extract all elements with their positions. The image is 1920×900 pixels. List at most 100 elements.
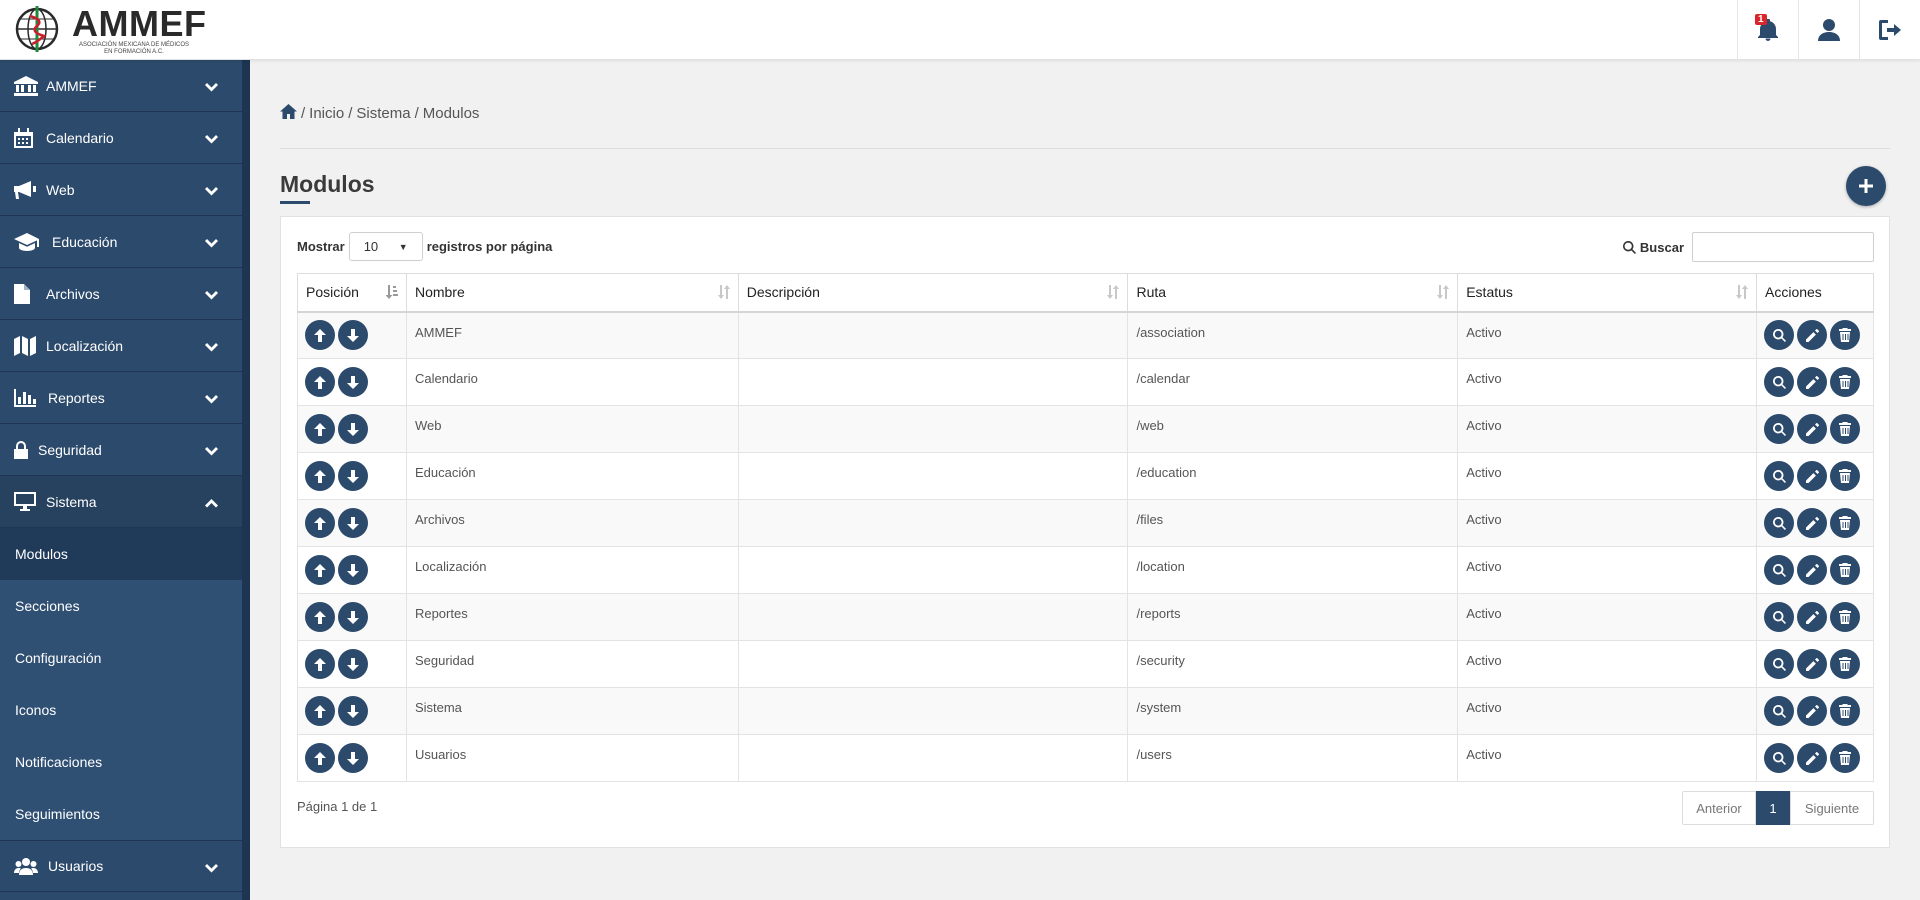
- delete-button[interactable]: [1830, 367, 1860, 397]
- delete-button[interactable]: [1830, 555, 1860, 585]
- sidebar-item-seguridad[interactable]: Seguridad: [0, 424, 242, 476]
- move-down-button[interactable]: [338, 320, 368, 351]
- add-module-button[interactable]: [1846, 166, 1886, 206]
- sidebar-item-reportes[interactable]: Reportes: [0, 372, 242, 424]
- move-down-button[interactable]: [338, 555, 368, 585]
- move-up-button[interactable]: [305, 320, 335, 351]
- view-button[interactable]: [1764, 649, 1794, 679]
- delete-button[interactable]: [1830, 602, 1860, 632]
- edit-button[interactable]: [1797, 743, 1827, 773]
- delete-button[interactable]: [1830, 649, 1860, 679]
- chevron-down-icon: [205, 183, 218, 199]
- sidebar-subitem-modulos[interactable]: Modulos: [0, 528, 242, 580]
- view-button[interactable]: [1764, 743, 1794, 773]
- sidebar-subitem-configuracion[interactable]: Configuración: [0, 632, 242, 684]
- home-icon[interactable]: [280, 104, 297, 122]
- sidebar-subitem-secciones[interactable]: Secciones: [0, 580, 242, 632]
- delete-button[interactable]: [1830, 461, 1860, 491]
- delete-button[interactable]: [1830, 696, 1860, 726]
- view-button[interactable]: [1764, 414, 1794, 444]
- column-header-posicion[interactable]: Posición: [297, 273, 407, 313]
- move-up-button[interactable]: [305, 508, 335, 538]
- column-header-descripcion[interactable]: Descripción: [737, 273, 1129, 313]
- search-input[interactable]: [1692, 232, 1874, 262]
- pagination-next-button[interactable]: Siguiente: [1790, 791, 1874, 825]
- move-down-button[interactable]: [338, 696, 368, 726]
- delete-button[interactable]: [1830, 743, 1860, 773]
- move-up-button[interactable]: [305, 649, 335, 679]
- breadcrumb-separator: /: [348, 104, 353, 122]
- move-down-button[interactable]: [338, 602, 368, 632]
- edit-button[interactable]: [1797, 696, 1827, 726]
- ammef-logo[interactable]: AMMEF ASOCIACIÓN MEXICANA DE MÉDICOS EN …: [14, 4, 206, 56]
- sidebar-subitem-iconos[interactable]: Iconos: [0, 684, 242, 736]
- breadcrumb-sistema[interactable]: Sistema: [356, 105, 410, 122]
- sidebar-item-label: AMMEF: [46, 77, 97, 94]
- notifications-button[interactable]: 1: [1737, 0, 1798, 60]
- sidebar-subitem-seguimientos[interactable]: Seguimientos: [0, 788, 242, 840]
- move-down-button[interactable]: [338, 649, 368, 679]
- move-down-button[interactable]: [338, 508, 368, 538]
- move-down-button[interactable]: [338, 461, 368, 491]
- move-down-button[interactable]: [338, 367, 368, 397]
- breadcrumb-inicio[interactable]: Inicio: [309, 105, 344, 122]
- edit-button[interactable]: [1797, 414, 1827, 444]
- delete-button[interactable]: [1830, 414, 1860, 444]
- move-up-button[interactable]: [305, 555, 335, 585]
- nombre-cell: Educación: [405, 452, 739, 500]
- move-down-button[interactable]: [338, 414, 368, 444]
- sidebar-item-archivos[interactable]: Archivos: [0, 268, 242, 320]
- sidebar-item-ammef[interactable]: AMMEF: [0, 60, 242, 112]
- arrow-down-icon: [347, 704, 359, 718]
- view-button[interactable]: [1764, 508, 1794, 538]
- estatus-cell: Activo: [1457, 640, 1757, 688]
- descripcion-cell: [737, 640, 1129, 688]
- page-size-select[interactable]: 10 ▼: [348, 232, 423, 261]
- pencil-icon: [1805, 328, 1819, 342]
- edit-button[interactable]: [1797, 649, 1827, 679]
- sidebar-item-sistema[interactable]: Sistema: [0, 476, 242, 528]
- edit-button[interactable]: [1797, 602, 1827, 632]
- view-button[interactable]: [1764, 555, 1794, 585]
- column-header-nombre[interactable]: Nombre: [405, 273, 739, 313]
- sidebar-item-usuarios[interactable]: Usuarios: [0, 840, 242, 892]
- move-down-button[interactable]: [338, 743, 368, 773]
- sidebar-item-calendario[interactable]: Calendario: [0, 112, 242, 164]
- pencil-icon: [1805, 751, 1819, 765]
- position-cell: [297, 311, 407, 359]
- edit-button[interactable]: [1797, 461, 1827, 491]
- edit-button[interactable]: [1797, 508, 1827, 538]
- view-button[interactable]: [1764, 696, 1794, 726]
- sidebar-item-educacion[interactable]: Educación: [0, 216, 242, 268]
- sidebar-item-web[interactable]: Web: [0, 164, 242, 216]
- view-button[interactable]: [1764, 320, 1794, 351]
- move-up-button[interactable]: [305, 696, 335, 726]
- delete-button[interactable]: [1830, 320, 1860, 351]
- view-button[interactable]: [1764, 461, 1794, 491]
- view-button[interactable]: [1764, 602, 1794, 632]
- column-header-ruta[interactable]: Ruta: [1127, 273, 1459, 313]
- pagination-previous-button[interactable]: Anterior: [1682, 791, 1756, 825]
- sidebar-subitem-notificaciones[interactable]: Notificaciones: [0, 736, 242, 788]
- view-button[interactable]: [1764, 367, 1794, 397]
- sidebar-item-localizacion[interactable]: Localización: [0, 320, 242, 372]
- user-profile-button[interactable]: [1798, 0, 1859, 60]
- actions-cell: [1756, 687, 1874, 735]
- pagination-page-1[interactable]: 1: [1756, 791, 1790, 825]
- move-up-button[interactable]: [305, 461, 335, 491]
- edit-button[interactable]: [1797, 555, 1827, 585]
- move-up-button[interactable]: [305, 602, 335, 632]
- move-up-button[interactable]: [305, 743, 335, 773]
- breadcrumb-separator: /: [414, 104, 419, 122]
- arrow-down-icon: [347, 516, 359, 530]
- logout-button[interactable]: [1859, 0, 1920, 60]
- column-header-estatus[interactable]: Estatus: [1457, 273, 1757, 313]
- edit-button[interactable]: [1797, 320, 1827, 351]
- trash-icon: [1839, 751, 1851, 765]
- edit-button[interactable]: [1797, 367, 1827, 397]
- position-cell: [297, 593, 407, 641]
- move-up-button[interactable]: [305, 367, 335, 397]
- move-up-button[interactable]: [305, 414, 335, 444]
- position-cell: [297, 499, 407, 547]
- delete-button[interactable]: [1830, 508, 1860, 538]
